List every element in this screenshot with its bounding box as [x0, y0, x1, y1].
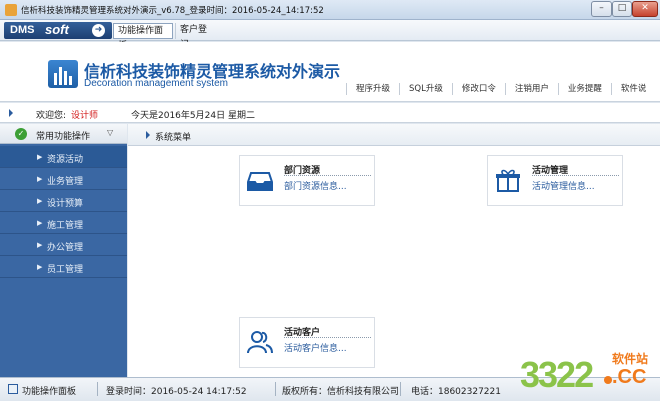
card-divider — [532, 175, 619, 176]
logo-dms-text: DMS — [10, 24, 35, 36]
arrow-right-icon: ▶ — [37, 263, 43, 271]
sidebar-item-staff[interactable]: ▶ 员工管理 — [0, 256, 127, 278]
arrow-right-icon: ▶ — [37, 153, 43, 161]
sidebar: ✓ 常用功能操作 ▽ ▶ 资源活动 ▶ 业务管理 ▶ 设计预算 ▶ 施工管理 ▶… — [0, 124, 127, 377]
card-divider — [284, 337, 371, 338]
menubar: DMS soft ➜ 功能操作面板 客户登记 — [0, 20, 660, 51]
sidebar-item-label: 施工管理 — [47, 221, 84, 231]
triangle-right-icon — [9, 109, 13, 117]
watermark-number: 3322 — [520, 354, 594, 395]
status-login-time: 登录时间：2016-05-24 14:17:52 — [106, 387, 247, 397]
top-nav: 程序升级 SQL升级 修改口令 注销用户 业务提醒 软件说 — [346, 80, 655, 98]
sidebar-item-label: 设计预算 — [47, 199, 84, 209]
card-activity-customers[interactable]: 活动客户 活动客户信息... — [239, 317, 375, 368]
users-icon — [247, 331, 273, 354]
status-copyright: 版权所有：信析科技有限公司 — [282, 387, 400, 397]
tab-function-panel[interactable]: 功能操作面板 — [113, 23, 173, 51]
watermark-dot — [604, 376, 612, 384]
sidebar-item-label: 办公管理 — [47, 243, 84, 253]
tab-customer-register[interactable]: 客户登记 — [175, 23, 217, 50]
sidebar-group-header[interactable]: ✓ 常用功能操作 ▽ — [0, 124, 127, 144]
sidebar-item-business[interactable]: ▶ 业务管理 — [0, 168, 127, 190]
card-description[interactable]: 部门资源信息... — [284, 179, 347, 192]
sidebar-group-label: 常用功能操作 — [36, 132, 91, 142]
minimize-button[interactable]: – — [591, 1, 612, 17]
sidebar-item-resource-activity[interactable]: ▶ 资源活动 — [0, 146, 127, 168]
status-phone: 电话：18602327221 — [411, 387, 501, 397]
welcome-label: 欢迎您: — [36, 111, 67, 121]
status-panel-name: 功能操作面板 — [22, 387, 77, 397]
inbox-icon — [247, 172, 273, 191]
watermark-site: 软件站 — [612, 352, 649, 366]
window-title: 信析科技装饰精灵管理系统对外演示_v6.78_登录时间：2016-05-24_1… — [21, 6, 324, 16]
watermark-domain: .CC — [612, 366, 647, 388]
window-titlebar: 信析科技装饰精灵管理系统对外演示_v6.78_登录时间：2016-05-24_1… — [0, 0, 660, 20]
card-department-resources[interactable]: 部门资源 部门资源信息... — [239, 155, 375, 206]
sidebar-item-construction[interactable]: ▶ 施工管理 — [0, 212, 127, 234]
dms-logo: DMS soft ➜ — [4, 22, 112, 39]
nav-change-password[interactable]: 修改口令 — [451, 83, 505, 95]
main-panel-title: 系统菜单 — [155, 133, 192, 143]
main-panel: 系统菜单 部门资源 部门资源信息... 活动管理 活动管理信息... 活动客户 — [128, 124, 660, 377]
info-bar: 欢迎您: 设计师 今天是2016年5月24日 星期二 — [0, 103, 660, 123]
card-activity-management[interactable]: 活动管理 活动管理信息... — [487, 155, 623, 206]
arrow-right-icon: ▶ — [37, 219, 43, 227]
close-button[interactable]: ✕ — [632, 1, 658, 17]
nav-software-help[interactable]: 软件说 — [610, 83, 656, 95]
sidebar-item-label: 员工管理 — [47, 265, 84, 275]
app-icon — [5, 4, 17, 16]
maximize-button[interactable]: □ — [612, 1, 632, 17]
sidebar-item-office[interactable]: ▶ 办公管理 — [0, 234, 127, 256]
arrow-right-icon: ▶ — [37, 197, 43, 205]
weekday: 星期二 — [228, 111, 256, 121]
today-date: 今天是2016年5月24日 — [131, 111, 226, 121]
status-separator — [97, 382, 98, 396]
card-description[interactable]: 活动客户信息... — [284, 341, 347, 354]
building-logo-icon — [48, 60, 78, 88]
current-user: 设计师 — [71, 111, 99, 121]
nav-logout[interactable]: 注销用户 — [504, 83, 558, 95]
status-separator — [275, 382, 276, 396]
arrow-right-icon: ▶ — [37, 175, 43, 183]
chevron-down-icon[interactable]: ▽ — [107, 128, 113, 137]
header-subtitle: Decoration management system — [84, 78, 228, 89]
sidebar-item-label: 业务管理 — [47, 177, 84, 187]
site-watermark: 3322 软件站 .CC — [520, 348, 658, 400]
sidebar-item-label: 资源活动 — [47, 155, 84, 165]
arrow-right-icon[interactable]: ➜ — [92, 24, 105, 37]
panel-icon — [8, 384, 18, 394]
logo-soft-text: soft — [45, 22, 69, 37]
status-separator — [400, 382, 401, 396]
arrow-right-icon: ▶ — [37, 241, 43, 249]
card-description[interactable]: 活动管理信息... — [532, 179, 595, 192]
gift-icon — [496, 169, 520, 192]
nav-program-upgrade[interactable]: 程序升级 — [346, 83, 399, 95]
triangle-right-icon — [146, 131, 150, 139]
check-circle-icon: ✓ — [15, 128, 27, 140]
nav-sql-upgrade[interactable]: SQL升级 — [399, 83, 452, 95]
nav-business-reminder[interactable]: 业务提醒 — [557, 83, 611, 95]
card-divider — [284, 175, 371, 176]
sidebar-item-design-budget[interactable]: ▶ 设计预算 — [0, 190, 127, 212]
main-panel-header: 系统菜单 — [128, 124, 660, 146]
